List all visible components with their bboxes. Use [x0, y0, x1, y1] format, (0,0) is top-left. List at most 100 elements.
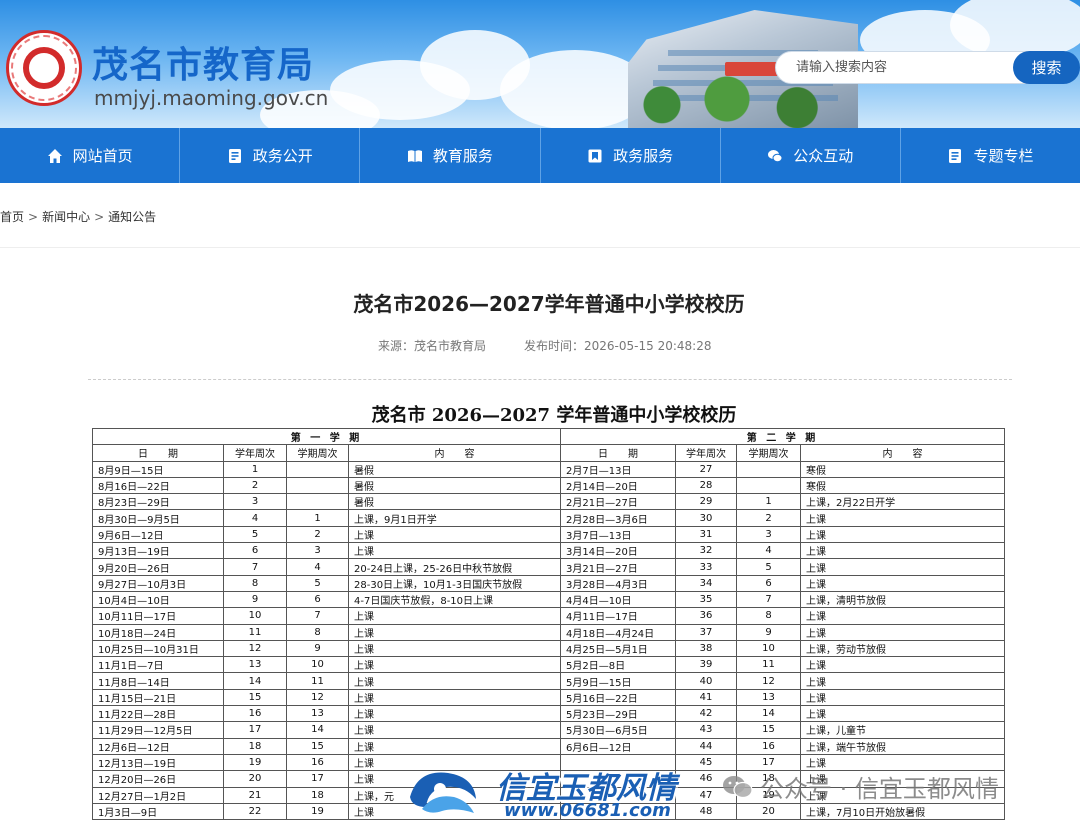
nav-item-education-services[interactable]: 教育服务: [360, 128, 541, 183]
table-row: 10月25日—10月31日 12 9 上课 4月25日—5月1日 38 10 上课，劳动节放假: [92, 639, 1005, 658]
semester-2-cell: 41: [675, 688, 737, 707]
column-header-school-year-week: 学年周次: [223, 444, 287, 462]
semester-2-cell: 31: [675, 525, 737, 544]
semester-1-cell: 9: [223, 590, 287, 609]
table-row: 10月11日—17日 10 7 上课 4月11日—17日 36 8 上课: [92, 607, 1005, 625]
semester-2-cell: [560, 786, 676, 804]
semester-2-cell: 上课: [800, 623, 1005, 641]
semester-1-cell: 7: [223, 558, 287, 576]
article-meta: 来源：茂名市教育局 发布时间：2026-05-15 20:48:28: [378, 337, 711, 354]
semester-1-cell: 上课: [348, 656, 561, 674]
breadcrumb-notices[interactable]: 通知公告: [108, 210, 156, 224]
semester-1-cell: 8月23日—29日: [92, 493, 224, 511]
table-row: 12月20日—26日 20 17 上课 46 18 上课: [92, 770, 1005, 788]
nav-item-home[interactable]: 网站首页: [0, 128, 181, 183]
semester-2-cell: 48: [675, 802, 737, 821]
table-row: 12月6日—12日 18 15 上课 6月6日—12日 44 16 上课，端午节放假: [92, 737, 1005, 755]
semester-2-cell: 上课，劳动节放假: [800, 639, 1005, 658]
semester-1-cell: 18: [286, 786, 349, 804]
semester-1-cell: 暑假: [348, 476, 561, 495]
semester-2-cell: 33: [675, 558, 737, 576]
bookmark-icon: [587, 148, 603, 164]
semester-1-cell: 上课，9月1日开学: [348, 509, 561, 527]
semester-1-cell: 7: [286, 607, 349, 625]
semester-2-cell: 上课: [800, 574, 1005, 592]
semester-2-cell: 上课: [800, 525, 1005, 544]
semester-2-cell: 6月6日—12日: [560, 737, 676, 755]
semester-2-cell: 2月28日—3月6日: [560, 509, 676, 527]
semester-2-cell: 3月14日—20日: [560, 542, 676, 560]
nav-item-government-services[interactable]: 政务服务: [541, 128, 721, 183]
semester-1-cell: 14: [223, 672, 287, 690]
semester-2-cell: 寒假: [800, 476, 1005, 495]
breadcrumb-home[interactable]: 首页: [0, 210, 24, 224]
table-row: 12月13日—19日 19 16 上课 45 17 上课: [92, 753, 1005, 772]
semester-1-cell: 4: [286, 558, 349, 576]
site-url: mmjyj.maoming.gov.cn: [94, 86, 329, 110]
search-input[interactable]: [776, 52, 1016, 83]
semester-2-cell: 16: [736, 737, 801, 755]
table-row: 11月22日—28日 16 13 上课 5月23日—29日 42 14 上课: [92, 705, 1005, 723]
semester-1-cell: 10: [223, 607, 287, 625]
semester-2-cell: 寒假: [800, 460, 1005, 478]
semester-1-cell: 11月8日—14日: [92, 672, 224, 690]
semester-1-cell: 22: [223, 802, 287, 821]
semester-2-cell: 47: [675, 786, 737, 804]
semester-2-cell: 上课，清明节放假: [800, 590, 1005, 609]
table-row: 11月29日—12月5日 17 14 上课 5月30日—6月5日 43 15 上课，儿童节: [92, 721, 1005, 739]
home-icon: [47, 148, 63, 164]
semester-1-cell: 上课: [348, 753, 561, 772]
nav-item-label: 政务服务: [613, 147, 674, 165]
table-row: 8月23日—29日 3 暑假 2月21日—27日 29 1 上课，2月22日开学: [92, 493, 1005, 511]
semester-2-cell: 6: [736, 574, 801, 592]
semester-2-cell: 上课，端午节放假: [800, 737, 1005, 755]
semester-2-cell: 上课，儿童节: [800, 721, 1005, 739]
semester-1-cell: 2: [286, 525, 349, 544]
semester-1-cell: 11月1日—7日: [92, 656, 224, 674]
semester-2-cell: 2: [736, 509, 801, 527]
semester-2-cell: 35: [675, 590, 737, 609]
nav-item-government-affairs[interactable]: 政务公开: [180, 128, 361, 183]
semester-1-cell: 8月30日—9月5日: [92, 509, 224, 527]
semester-1-cell: 8: [286, 623, 349, 641]
semester-2-cell: 44: [675, 737, 737, 755]
semester-1-cell: 17: [286, 770, 349, 788]
semester-1-cell: 4: [223, 509, 287, 527]
calendar-body: 8月9日—15日 1 暑假 2月7日—13日 27 寒假 8月16日—22日 2 暑假 2月14日…: [92, 460, 1005, 821]
semester-1-cell: 10月11日—17日: [92, 607, 224, 625]
book-icon: [407, 148, 423, 164]
semester-2-cell: 9: [736, 623, 801, 641]
semester-2-cell: 36: [675, 607, 737, 625]
semester-2-cell: 5: [736, 558, 801, 576]
breadcrumb-news-center[interactable]: 新闻中心: [42, 210, 90, 224]
semester-header-row: 第 一 学 期 第 二 学 期: [92, 427, 1005, 446]
nav-item-special-topics[interactable]: 专题专栏: [901, 128, 1080, 183]
semester-1-cell: 上课: [348, 770, 561, 788]
semester-2-cell: 上课: [800, 672, 1005, 690]
site-logo[interactable]: [6, 30, 82, 106]
divider: [0, 247, 1080, 248]
nav-item-public-interaction[interactable]: 公众互动: [721, 128, 901, 183]
semester-2-cell: 3月28日—4月3日: [560, 574, 676, 592]
semester-2-cell: 上课: [800, 656, 1005, 674]
search-button[interactable]: 搜索: [1013, 51, 1080, 84]
breadcrumb-separator: >: [94, 210, 105, 224]
semester-1-cell: 2: [223, 476, 287, 495]
semester-1-cell: 上课: [348, 542, 561, 560]
column-header-semester-week: 学期周次: [736, 444, 801, 462]
semester-1-cell: 15: [223, 688, 287, 707]
nav-item-label: 教育服务: [432, 147, 493, 165]
semester-2-cell: 20: [736, 802, 801, 821]
semester-1-cell: 1: [286, 509, 349, 527]
divider: [88, 379, 1012, 380]
semester-1-cell: 9月13日—19日: [92, 542, 224, 560]
table-row: 8月16日—22日 2 暑假 2月14日—20日 28 寒假: [92, 476, 1005, 495]
semester-1-cell: 18: [223, 737, 287, 755]
semester-2-cell: 12: [736, 672, 801, 690]
semester-1-cell: 9月6日—12日: [92, 525, 224, 544]
semester-1-cell: 上课，元: [348, 786, 561, 804]
column-header-school-year-week: 学年周次: [675, 444, 737, 462]
semester-2-cell: 11: [736, 656, 801, 674]
semester-2-cell: 上课: [800, 509, 1005, 527]
semester-1-cell: 20-24日上课，25-26日中秋节放假: [348, 558, 561, 576]
